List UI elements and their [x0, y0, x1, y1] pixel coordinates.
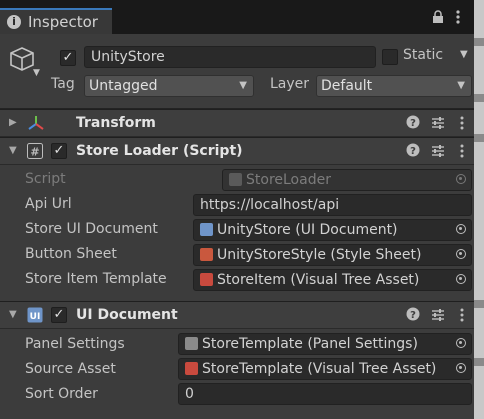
presets-sliders-icon[interactable]	[431, 116, 445, 134]
object-picker-icon[interactable]	[456, 363, 466, 373]
api-url-input[interactable]: https://localhost/api	[193, 194, 472, 216]
ui-document-icon	[200, 223, 213, 236]
svg-text:#: #	[30, 146, 39, 159]
property-label: Sort Order	[25, 386, 98, 402]
script-field: StoreLoader	[222, 169, 472, 191]
tag-value: Untagged	[89, 78, 158, 94]
sort-order-input[interactable]: 0	[178, 383, 472, 405]
background-window-strip	[474, 0, 484, 419]
property-value: StoreTemplate (Panel Settings)	[202, 336, 418, 352]
svg-text:?: ?	[410, 118, 416, 129]
tab-title: Inspector	[28, 13, 98, 31]
component-title: Store Loader (Script)	[76, 143, 243, 159]
static-checkbox[interactable]	[382, 49, 398, 65]
kebab-menu-icon[interactable]	[460, 144, 464, 162]
property-label: Store Item Template	[25, 271, 167, 287]
svg-text:?: ?	[410, 146, 416, 157]
icon-dropdown-arrow-icon[interactable]: ▼	[33, 68, 40, 78]
gameobject-active-checkbox[interactable]: ✓	[60, 50, 76, 66]
panel-settings-field[interactable]: StoreTemplate (Panel Settings)	[178, 333, 472, 355]
object-picker-icon[interactable]	[456, 274, 466, 284]
ui-document-body: Panel Settings StoreTemplate (Panel Sett…	[0, 329, 474, 419]
property-value: StoreTemplate (Visual Tree Asset)	[202, 361, 437, 377]
object-picker-icon	[456, 174, 466, 184]
foldout-open-icon[interactable]: ▼	[9, 145, 17, 156]
component-title: Transform	[76, 115, 156, 131]
button-sheet-field[interactable]: UnityStoreStyle (Style Sheet)	[193, 244, 472, 266]
help-icon[interactable]: ?	[406, 307, 420, 325]
tag-dropdown[interactable]: Untagged ▼	[84, 75, 254, 97]
csharp-script-icon: #	[27, 143, 43, 163]
help-icon[interactable]: ?	[406, 115, 420, 133]
tab-bar: i Inspector	[0, 0, 474, 35]
component-enabled-checkbox[interactable]: ✓	[51, 307, 67, 323]
chevron-down-icon: ▼	[239, 80, 247, 91]
property-label: Button Sheet	[25, 246, 117, 262]
ui-document-component-header[interactable]: ▼ UI ✓ UI Document ?	[0, 301, 474, 329]
presets-sliders-icon[interactable]	[431, 308, 445, 326]
svg-text:UI: UI	[30, 312, 41, 322]
foldout-closed-icon[interactable]: ▶	[9, 117, 17, 128]
presets-sliders-icon[interactable]	[431, 144, 445, 162]
panel-settings-icon	[185, 337, 198, 350]
property-value: UnityStoreStyle (Style Sheet)	[217, 247, 422, 263]
foldout-open-icon[interactable]: ▼	[9, 309, 17, 320]
info-icon: i	[7, 15, 21, 29]
kebab-menu-icon[interactable]	[460, 116, 464, 134]
kebab-menu-icon[interactable]	[456, 10, 460, 28]
layer-label: Layer	[270, 76, 310, 92]
csharp-script-icon	[229, 173, 242, 186]
style-sheet-icon	[200, 248, 213, 261]
kebab-menu-icon[interactable]	[460, 308, 464, 326]
gameobject-name-field[interactable]: UnityStore	[84, 46, 376, 68]
property-label: Panel Settings	[25, 336, 125, 352]
tag-label: Tag	[51, 76, 75, 92]
property-value: StoreItem (Visual Tree Asset)	[217, 272, 420, 288]
lock-icon[interactable]	[432, 10, 444, 28]
property-label: Api Url	[25, 196, 72, 212]
property-value: StoreLoader	[246, 172, 331, 188]
source-asset-field[interactable]: StoreTemplate (Visual Tree Asset)	[178, 358, 472, 380]
transform-component-header[interactable]: ▶ Transform ?	[0, 109, 474, 137]
layer-value: Default	[321, 78, 373, 94]
store-ui-document-field[interactable]: UnityStore (UI Document)	[193, 219, 472, 241]
property-label: Store UI Document	[25, 221, 158, 237]
static-label: Static	[403, 47, 444, 63]
store-item-template-field[interactable]: StoreItem (Visual Tree Asset)	[193, 269, 472, 291]
static-dropdown-arrow-icon[interactable]: ▼	[460, 49, 468, 60]
gameobject-header: ▼ ✓ UnityStore Static ▼ Tag Untagged ▼ L…	[0, 34, 474, 109]
help-icon[interactable]: ?	[406, 143, 420, 161]
ui-document-icon: UI	[27, 307, 43, 327]
cube-icon[interactable]	[9, 46, 35, 76]
store-loader-component-header[interactable]: ▼ # ✓ Store Loader (Script) ?	[0, 137, 474, 165]
visual-tree-asset-icon	[200, 273, 213, 286]
object-picker-icon[interactable]	[456, 249, 466, 259]
visual-tree-asset-icon	[185, 362, 198, 375]
layer-dropdown[interactable]: Default ▼	[316, 75, 472, 97]
transform-axes-icon	[27, 115, 45, 135]
object-picker-icon[interactable]	[456, 224, 466, 234]
store-loader-body: Script StoreLoader Api Url https://local…	[0, 165, 474, 301]
component-title: UI Document	[76, 307, 178, 323]
svg-text:?: ?	[410, 310, 416, 321]
component-enabled-checkbox[interactable]: ✓	[51, 143, 67, 159]
property-value: UnityStore (UI Document)	[217, 222, 398, 238]
property-label: Source Asset	[25, 361, 116, 377]
tab-inspector[interactable]: i Inspector	[0, 8, 112, 34]
property-label: Script	[25, 171, 66, 187]
chevron-down-icon: ▼	[457, 80, 465, 91]
object-picker-icon[interactable]	[456, 338, 466, 348]
